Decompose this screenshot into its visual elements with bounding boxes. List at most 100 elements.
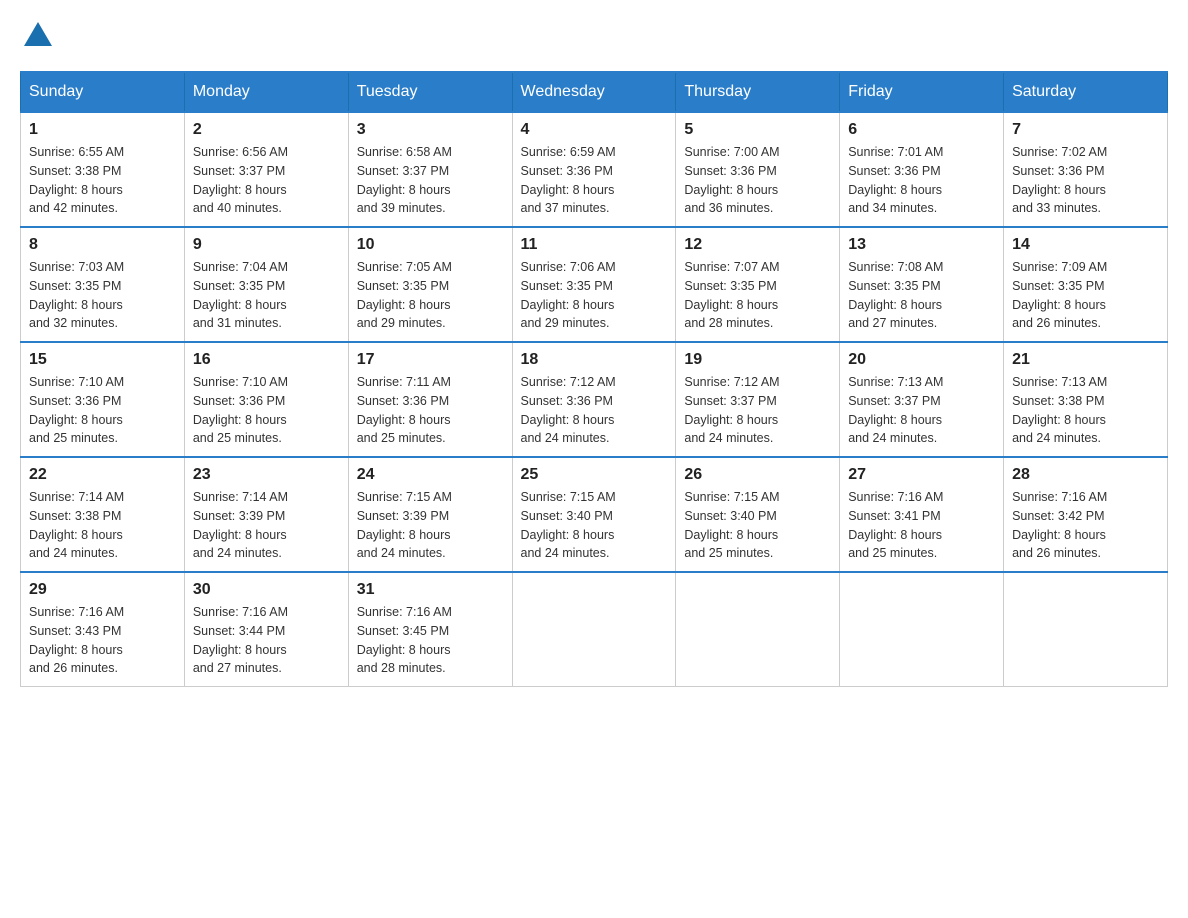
calendar-week-row: 22 Sunrise: 7:14 AMSunset: 3:38 PMDayligh… bbox=[21, 457, 1168, 572]
calendar-cell: 11 Sunrise: 7:06 AMSunset: 3:35 PMDayligh… bbox=[512, 227, 676, 342]
day-number: 21 bbox=[1012, 351, 1159, 369]
day-info: Sunrise: 6:58 AMSunset: 3:37 PMDaylight:… bbox=[357, 143, 504, 218]
calendar-cell: 22 Sunrise: 7:14 AMSunset: 3:38 PMDayligh… bbox=[21, 457, 185, 572]
day-info: Sunrise: 7:02 AMSunset: 3:36 PMDaylight:… bbox=[1012, 143, 1159, 218]
day-info: Sunrise: 7:01 AMSunset: 3:36 PMDaylight:… bbox=[848, 143, 995, 218]
logo-triangle-icon bbox=[24, 22, 52, 51]
day-info: Sunrise: 7:06 AMSunset: 3:35 PMDaylight:… bbox=[521, 258, 668, 333]
day-number: 20 bbox=[848, 351, 995, 369]
day-number: 26 bbox=[684, 466, 831, 484]
page-header bbox=[20, 20, 1168, 51]
day-number: 6 bbox=[848, 121, 995, 139]
header-tuesday: Tuesday bbox=[348, 72, 512, 112]
day-info: Sunrise: 7:16 AMSunset: 3:45 PMDaylight:… bbox=[357, 603, 504, 678]
day-info: Sunrise: 7:14 AMSunset: 3:38 PMDaylight:… bbox=[29, 488, 176, 563]
calendar-cell: 12 Sunrise: 7:07 AMSunset: 3:35 PMDayligh… bbox=[676, 227, 840, 342]
header-monday: Monday bbox=[184, 72, 348, 112]
calendar-week-row: 29Sunrise: 7:16 AMSunset: 3:43 PMDayligh… bbox=[21, 572, 1168, 687]
day-number: 14 bbox=[1012, 236, 1159, 254]
calendar-cell: 2 Sunrise: 6:56 AMSunset: 3:37 PMDaylight… bbox=[184, 112, 348, 227]
day-number: 18 bbox=[521, 351, 668, 369]
day-info: Sunrise: 7:11 AMSunset: 3:36 PMDaylight:… bbox=[357, 373, 504, 448]
calendar-cell: 14 Sunrise: 7:09 AMSunset: 3:35 PMDayligh… bbox=[1004, 227, 1168, 342]
day-number: 12 bbox=[684, 236, 831, 254]
calendar-cell: 23 Sunrise: 7:14 AMSunset: 3:39 PMDayligh… bbox=[184, 457, 348, 572]
day-number: 23 bbox=[193, 466, 340, 484]
header-thursday: Thursday bbox=[676, 72, 840, 112]
calendar-week-row: 15 Sunrise: 7:10 AMSunset: 3:36 PMDayligh… bbox=[21, 342, 1168, 457]
day-number: 29 bbox=[29, 581, 176, 599]
calendar-cell bbox=[1004, 572, 1168, 687]
calendar-cell: 25Sunrise: 7:15 AMSunset: 3:40 PMDayligh… bbox=[512, 457, 676, 572]
day-number: 5 bbox=[684, 121, 831, 139]
calendar-cell: 24 Sunrise: 7:15 AMSunset: 3:39 PMDayligh… bbox=[348, 457, 512, 572]
day-info: Sunrise: 7:07 AMSunset: 3:35 PMDaylight:… bbox=[684, 258, 831, 333]
calendar-cell: 13Sunrise: 7:08 AMSunset: 3:35 PMDayligh… bbox=[840, 227, 1004, 342]
calendar-cell: 6 Sunrise: 7:01 AMSunset: 3:36 PMDaylight… bbox=[840, 112, 1004, 227]
day-number: 30 bbox=[193, 581, 340, 599]
calendar-cell bbox=[676, 572, 840, 687]
calendar-cell: 27Sunrise: 7:16 AMSunset: 3:41 PMDayligh… bbox=[840, 457, 1004, 572]
calendar-cell: 30 Sunrise: 7:16 AMSunset: 3:44 PMDayligh… bbox=[184, 572, 348, 687]
day-info: Sunrise: 7:15 AMSunset: 3:40 PMDaylight:… bbox=[521, 488, 668, 563]
day-info: Sunrise: 7:16 AMSunset: 3:44 PMDaylight:… bbox=[193, 603, 340, 678]
calendar-cell: 17 Sunrise: 7:11 AMSunset: 3:36 PMDayligh… bbox=[348, 342, 512, 457]
calendar-cell: 18 Sunrise: 7:12 AMSunset: 3:36 PMDayligh… bbox=[512, 342, 676, 457]
calendar-cell: 21 Sunrise: 7:13 AMSunset: 3:38 PMDayligh… bbox=[1004, 342, 1168, 457]
day-number: 8 bbox=[29, 236, 176, 254]
calendar-cell bbox=[840, 572, 1004, 687]
day-info: Sunrise: 7:00 AMSunset: 3:36 PMDaylight:… bbox=[684, 143, 831, 218]
calendar-cell: 28 Sunrise: 7:16 AMSunset: 3:42 PMDayligh… bbox=[1004, 457, 1168, 572]
day-number: 1 bbox=[29, 121, 176, 139]
day-number: 15 bbox=[29, 351, 176, 369]
calendar-header-row: SundayMondayTuesdayWednesdayThursdayFrid… bbox=[21, 72, 1168, 112]
day-number: 11 bbox=[521, 236, 668, 254]
day-number: 17 bbox=[357, 351, 504, 369]
calendar-cell: 7 Sunrise: 7:02 AMSunset: 3:36 PMDaylight… bbox=[1004, 112, 1168, 227]
day-info: Sunrise: 7:10 AMSunset: 3:36 PMDaylight:… bbox=[29, 373, 176, 448]
calendar-cell: 3 Sunrise: 6:58 AMSunset: 3:37 PMDaylight… bbox=[348, 112, 512, 227]
day-number: 4 bbox=[521, 121, 668, 139]
header-wednesday: Wednesday bbox=[512, 72, 676, 112]
day-number: 7 bbox=[1012, 121, 1159, 139]
day-info: Sunrise: 7:14 AMSunset: 3:39 PMDaylight:… bbox=[193, 488, 340, 563]
day-number: 3 bbox=[357, 121, 504, 139]
day-info: Sunrise: 7:12 AMSunset: 3:36 PMDaylight:… bbox=[521, 373, 668, 448]
day-info: Sunrise: 7:10 AMSunset: 3:36 PMDaylight:… bbox=[193, 373, 340, 448]
day-info: Sunrise: 7:15 AMSunset: 3:39 PMDaylight:… bbox=[357, 488, 504, 563]
header-sunday: Sunday bbox=[21, 72, 185, 112]
day-info: Sunrise: 6:59 AMSunset: 3:36 PMDaylight:… bbox=[521, 143, 668, 218]
calendar-cell: 9Sunrise: 7:04 AMSunset: 3:35 PMDaylight… bbox=[184, 227, 348, 342]
day-info: Sunrise: 7:13 AMSunset: 3:38 PMDaylight:… bbox=[1012, 373, 1159, 448]
day-number: 22 bbox=[29, 466, 176, 484]
calendar-table: SundayMondayTuesdayWednesdayThursdayFrid… bbox=[20, 71, 1168, 687]
day-info: Sunrise: 6:55 AMSunset: 3:38 PMDaylight:… bbox=[29, 143, 176, 218]
header-saturday: Saturday bbox=[1004, 72, 1168, 112]
day-info: Sunrise: 7:05 AMSunset: 3:35 PMDaylight:… bbox=[357, 258, 504, 333]
day-info: Sunrise: 7:09 AMSunset: 3:35 PMDaylight:… bbox=[1012, 258, 1159, 333]
day-number: 31 bbox=[357, 581, 504, 599]
calendar-cell: 29Sunrise: 7:16 AMSunset: 3:43 PMDayligh… bbox=[21, 572, 185, 687]
day-info: Sunrise: 7:13 AMSunset: 3:37 PMDaylight:… bbox=[848, 373, 995, 448]
day-info: Sunrise: 7:08 AMSunset: 3:35 PMDaylight:… bbox=[848, 258, 995, 333]
day-number: 28 bbox=[1012, 466, 1159, 484]
day-info: Sunrise: 7:16 AMSunset: 3:42 PMDaylight:… bbox=[1012, 488, 1159, 563]
calendar-cell: 10 Sunrise: 7:05 AMSunset: 3:35 PMDayligh… bbox=[348, 227, 512, 342]
calendar-cell: 8Sunrise: 7:03 AMSunset: 3:35 PMDaylight… bbox=[21, 227, 185, 342]
logo bbox=[20, 20, 52, 51]
day-number: 24 bbox=[357, 466, 504, 484]
day-info: Sunrise: 6:56 AMSunset: 3:37 PMDaylight:… bbox=[193, 143, 340, 218]
calendar-cell: 4 Sunrise: 6:59 AMSunset: 3:36 PMDaylight… bbox=[512, 112, 676, 227]
day-number: 19 bbox=[684, 351, 831, 369]
calendar-cell: 15 Sunrise: 7:10 AMSunset: 3:36 PMDayligh… bbox=[21, 342, 185, 457]
day-info: Sunrise: 7:15 AMSunset: 3:40 PMDaylight:… bbox=[684, 488, 831, 563]
day-number: 10 bbox=[357, 236, 504, 254]
header-friday: Friday bbox=[840, 72, 1004, 112]
calendar-cell: 31 Sunrise: 7:16 AMSunset: 3:45 PMDayligh… bbox=[348, 572, 512, 687]
day-number: 2 bbox=[193, 121, 340, 139]
calendar-cell: 1 Sunrise: 6:55 AMSunset: 3:38 PMDaylight… bbox=[21, 112, 185, 227]
calendar-week-row: 8Sunrise: 7:03 AMSunset: 3:35 PMDaylight… bbox=[21, 227, 1168, 342]
day-info: Sunrise: 7:04 AMSunset: 3:35 PMDaylight:… bbox=[193, 258, 340, 333]
calendar-cell bbox=[512, 572, 676, 687]
calendar-cell: 19Sunrise: 7:12 AMSunset: 3:37 PMDayligh… bbox=[676, 342, 840, 457]
